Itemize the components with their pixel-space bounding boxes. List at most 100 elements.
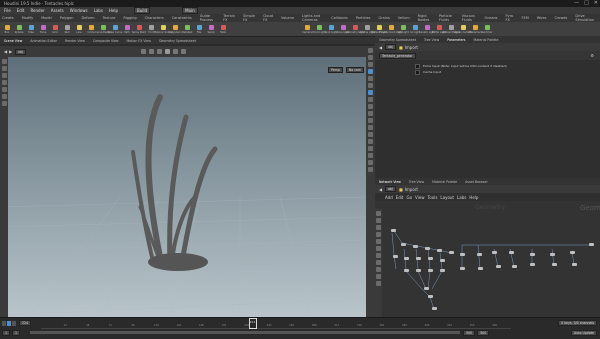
shelf-tab-right-9[interactable]: Pyro FX <box>506 14 514 22</box>
shelf-tab-right-3[interactable]: Grains <box>378 16 389 20</box>
stop-icon[interactable] <box>12 320 16 326</box>
shelf-tool-right-1[interactable]: Point Light <box>312 24 326 34</box>
tab-scene-view[interactable]: Scene View <box>4 39 22 43</box>
network-menu-tools[interactable]: Tools <box>428 195 438 200</box>
menu-assets[interactable]: Assets <box>51 8 64 13</box>
shelf-tool-right-10[interactable]: Caustic Light <box>419 24 435 34</box>
shelf-tool-left-18[interactable]: Helix <box>218 24 228 34</box>
shelf-tab-right-4[interactable]: Vellum <box>398 16 410 20</box>
tab-geometry-spreadsheet[interactable]: Geometry Spreadsheet <box>159 39 196 43</box>
display-icon-16[interactable] <box>368 153 373 158</box>
display-icon-17[interactable] <box>368 160 373 165</box>
lighting-icon[interactable] <box>165 49 171 54</box>
tab-composite-view[interactable]: Composite View <box>93 39 119 43</box>
shelf-tool-left-14[interactable]: L-System <box>169 24 181 34</box>
display-icon-1[interactable] <box>368 48 373 53</box>
shelf-tab-left-11[interactable]: Simple FX <box>243 14 255 22</box>
network-menu-go[interactable]: Go <box>407 195 413 200</box>
network-menu-labs[interactable]: Labs <box>457 195 466 200</box>
play-icon[interactable] <box>7 320 11 326</box>
shelf-tab-left-3[interactable]: Polygon <box>60 16 74 20</box>
display-icon-4[interactable] <box>368 69 373 74</box>
tab-asset-browser[interactable]: Asset Browser <box>465 180 488 184</box>
display-icon-12[interactable] <box>368 125 373 130</box>
camera-select[interactable]: No cam <box>345 67 364 73</box>
range-end-field[interactable]: 500 <box>463 329 476 336</box>
parameters-node[interactable]: Import <box>405 45 418 50</box>
display-icon-9[interactable] <box>368 104 373 109</box>
network-path[interactable]: obj <box>385 186 396 192</box>
shelf-tool-left-3[interactable]: Torus <box>38 24 48 34</box>
menu-help[interactable]: Help <box>109 8 118 13</box>
menu-labs[interactable]: Labs <box>94 8 103 13</box>
shelf-tab-left-0[interactable]: Create <box>2 16 14 20</box>
shelf-tab-left-9[interactable]: Guide Process <box>200 14 215 22</box>
menu-windows[interactable]: Windows <box>70 8 88 13</box>
shelf-tool-left-2[interactable]: Tube <box>26 24 36 34</box>
handle-tool-icon[interactable] <box>1 87 7 92</box>
shelf-tab-left-7[interactable]: Characters <box>145 16 164 20</box>
shelf-tab-right-6[interactable]: Particle Fluids <box>439 14 454 22</box>
display-options-icon[interactable] <box>141 49 147 54</box>
shelf-tool-left-9[interactable]: Draw Curve <box>108 24 122 34</box>
shelf-tab-right-0[interactable]: Lights and Cameras <box>302 14 323 22</box>
tab-material-palette[interactable]: Material Palette <box>473 38 498 42</box>
display-icon-5[interactable] <box>368 76 373 81</box>
network-tool-icon-2[interactable] <box>376 218 381 223</box>
shelf-tab-left-2[interactable]: Model <box>41 16 52 20</box>
shelf-tab-left-10[interactable]: Terrain FX <box>223 14 235 22</box>
tab-animation-editor[interactable]: Animation Editor <box>30 39 57 43</box>
range-start-field[interactable]: 1 <box>2 329 11 336</box>
display-icon-8[interactable] <box>368 97 373 102</box>
network-tool-icon-10[interactable] <box>376 274 381 279</box>
build-button[interactable]: Build <box>134 7 151 14</box>
menu-render[interactable]: Render <box>30 8 44 13</box>
tab-motion-fx-view[interactable]: Motion FX View <box>127 39 151 43</box>
shelf-tab-right-10[interactable]: FEM <box>522 16 529 20</box>
range-slider[interactable] <box>30 331 461 334</box>
shelf-tool-left-10[interactable]: Path <box>122 24 132 34</box>
viewport-path[interactable]: obj <box>15 48 27 55</box>
network-tool-icon-3[interactable] <box>376 225 381 230</box>
close-button[interactable]: ✕ <box>594 0 598 6</box>
shelf-tool-left-0[interactable]: Box <box>2 24 12 34</box>
display-icon-18[interactable] <box>368 167 373 172</box>
shelf-tab-left-5[interactable]: Texture <box>103 16 116 20</box>
tab-geometry-spreadsheet-right[interactable]: Geometry Spreadsheet <box>379 38 416 42</box>
tab-tree-view[interactable]: Tree View <box>424 38 439 42</box>
display-icon-2[interactable] <box>368 55 373 60</box>
network-menu-view[interactable]: View <box>415 195 425 200</box>
network-tool-icon-11[interactable] <box>376 281 381 286</box>
shelf-tool-left-8[interactable]: Curve Bezier <box>95 24 111 34</box>
viewport-layout-icon[interactable] <box>181 49 187 54</box>
shelf-tool-right-14[interactable]: VR Camera <box>468 24 482 34</box>
tab-tree-view-bottom[interactable]: Tree View <box>409 180 424 184</box>
shelf-tool-right-7[interactable]: Environment Light <box>380 24 403 34</box>
shelf-tool-right-0[interactable]: Camera <box>302 24 312 34</box>
camera-icon[interactable] <box>157 49 163 54</box>
range-start-field-2[interactable]: 1 <box>12 329 21 336</box>
shelf-tab-right-1[interactable]: Collisions <box>331 16 347 20</box>
display-icon-10[interactable] <box>368 111 373 116</box>
back-icon[interactable]: ◀ <box>4 49 7 54</box>
shading-icon[interactable] <box>149 49 155 54</box>
desktop-select[interactable]: Main <box>182 7 198 14</box>
tab-material-palette-bottom[interactable]: Material Palette <box>432 180 457 184</box>
shelf-tool-right-8[interactable]: Sky Light <box>397 24 409 34</box>
timeline-track[interactable]: 224 24 48 72 96 120 144 168 192 216 240 264 288 312 3… <box>41 317 512 329</box>
forward-icon[interactable]: ▶ <box>9 49 12 54</box>
shelf-tab-left-6[interactable]: Rigging <box>123 16 136 20</box>
shelf-tool-left-4[interactable]: Grid <box>50 24 60 34</box>
shelf-tab-right-5[interactable]: Rigid Bodies <box>418 14 431 22</box>
network-tool-icon-6[interactable] <box>376 246 381 251</box>
pose-tool-icon[interactable] <box>1 94 7 99</box>
display-icon-6[interactable] <box>368 83 373 88</box>
select-tool-icon[interactable] <box>1 59 7 64</box>
display-icon-11[interactable] <box>368 118 373 123</box>
shelf-tool-left-1[interactable]: Sphere <box>14 24 24 34</box>
shelf-tool-left-15[interactable]: Metaball <box>182 24 192 34</box>
tab-network-view[interactable]: Network View <box>379 180 401 184</box>
maximize-button[interactable]: □ <box>584 0 589 6</box>
shelf-tool-left-16[interactable]: File <box>194 24 204 34</box>
shelf-tool-left-11[interactable]: Spray Paint <box>132 24 146 34</box>
